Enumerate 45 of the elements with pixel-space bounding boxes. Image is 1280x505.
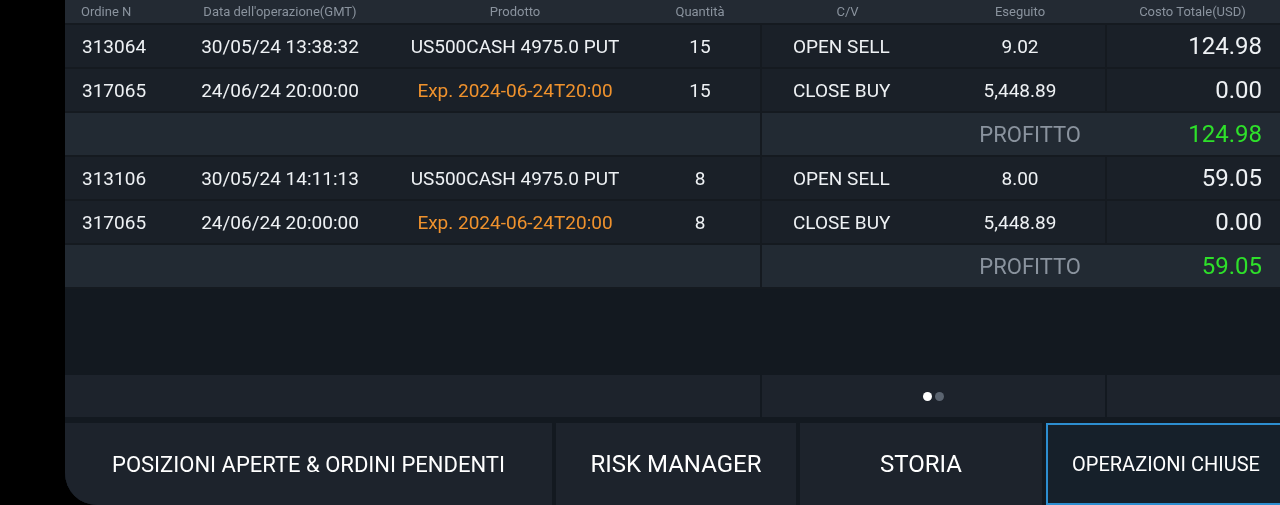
tab[interactable]: POSIZIONI APERTE & ORDINI PENDENTI bbox=[65, 423, 552, 505]
executed-price: 8.00 bbox=[1000, 166, 1040, 190]
page-dot[interactable] bbox=[923, 391, 932, 401]
tab[interactable]: STORIA bbox=[800, 423, 1042, 505]
operation-date: 30/05/24 13:38:32 bbox=[200, 34, 360, 58]
quantity: 15 bbox=[688, 78, 712, 102]
profit-value: 59.05 bbox=[1201, 252, 1262, 280]
total-cost: 0.00 bbox=[1215, 76, 1262, 104]
profit-label: PROFITTO bbox=[979, 253, 1081, 279]
total-cost: 0.00 bbox=[1215, 208, 1262, 236]
column-header: C/V bbox=[835, 4, 860, 19]
executed-price: 9.02 bbox=[1000, 34, 1040, 58]
operation-date: 24/06/24 20:00:00 bbox=[200, 210, 360, 234]
order-number: 313106 bbox=[81, 166, 148, 190]
column-header: Eseguito bbox=[993, 4, 1047, 19]
order-number: 317065 bbox=[81, 78, 148, 102]
quantity: 8 bbox=[693, 210, 707, 234]
side: CLOSE BUY bbox=[793, 78, 891, 102]
column-header: Quantità bbox=[674, 4, 726, 19]
total-cost: 59.05 bbox=[1201, 164, 1262, 192]
total-cost: 124.98 bbox=[1188, 32, 1262, 60]
operation-date: 30/05/24 14:11:13 bbox=[200, 166, 360, 190]
profit-value: 124.98 bbox=[1188, 120, 1262, 148]
executed-price: 5,448.89 bbox=[982, 210, 1058, 234]
tab[interactable]: RISK MANAGER bbox=[556, 423, 796, 505]
tab[interactable]: OPERAZIONI CHIUSE bbox=[1046, 423, 1280, 505]
quantity: 15 bbox=[688, 34, 712, 58]
column-header: Ordine N bbox=[80, 4, 133, 19]
operation-date: 24/06/24 20:00:00 bbox=[200, 78, 360, 102]
product-name: Exp. 2024-06-24T20:00 bbox=[416, 210, 614, 234]
order-number: 317065 bbox=[81, 210, 148, 234]
product-name: US500CASH 4975.0 PUT bbox=[409, 166, 621, 190]
side: OPEN SELL bbox=[793, 166, 890, 190]
quantity: 8 bbox=[693, 166, 707, 190]
product-name: Exp. 2024-06-24T20:00 bbox=[416, 78, 614, 102]
side: OPEN SELL bbox=[793, 34, 890, 58]
order-number: 313064 bbox=[81, 34, 148, 58]
page-dot[interactable] bbox=[935, 391, 944, 401]
column-header: Prodotto bbox=[488, 4, 542, 19]
column-header: Costo Totale(USD) bbox=[1138, 4, 1247, 19]
product-name: US500CASH 4975.0 PUT bbox=[409, 34, 621, 58]
column-header: Data dell'operazione(GMT) bbox=[202, 4, 358, 19]
executed-price: 5,448.89 bbox=[982, 78, 1058, 102]
side: CLOSE BUY bbox=[793, 210, 891, 234]
profit-label: PROFITTO bbox=[979, 121, 1081, 147]
